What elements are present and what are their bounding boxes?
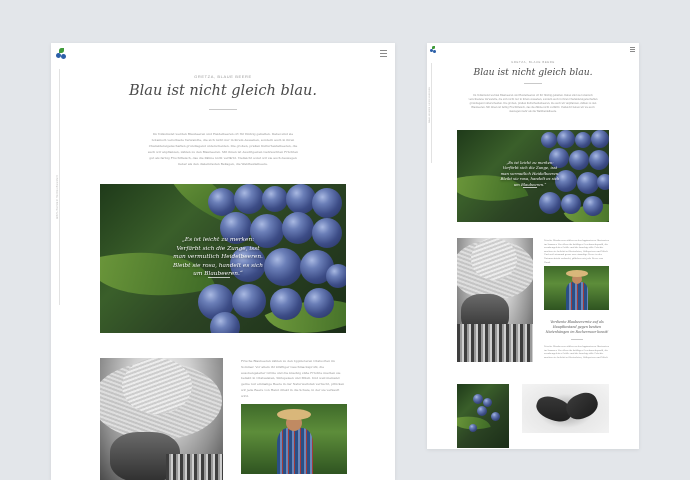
body-paragraph: Frische Blaubeeren zählen zu den bppinot…	[241, 359, 345, 398]
farmer-in-field-photo	[241, 404, 347, 474]
quote-divider-small	[523, 187, 537, 188]
side-divider-line	[59, 69, 60, 305]
farmer-straw-hat-photo	[100, 358, 223, 480]
title-divider-small	[524, 83, 542, 84]
tablet-page-preview: WAHLHEIMER HEIDELBEEREN GRETZA, BLAUE BE…	[427, 43, 639, 449]
blueberries-photo: „Es ist leicht zu merken: Verfärbt sich …	[100, 184, 346, 333]
page-kicker: GRETZA, BLAUE BEERE	[194, 74, 252, 79]
farmer-straw-hat-photo-small	[457, 238, 533, 362]
page-title-small: Blau ist nicht gleich blau.	[473, 67, 593, 78]
side-vertical-label-small: WAHLHEIMER HEIDELBEEREN	[429, 86, 431, 123]
side-divider-line-small	[431, 63, 432, 163]
desktop-page-preview: WAHLHEIMER HEIDELBEEREN GRETZA, BLAUE BE…	[51, 43, 395, 480]
intro-paragraph: Im Volksmund werden Blaubeeren und Heide…	[147, 132, 299, 166]
logo-icon-small[interactable]	[430, 46, 438, 54]
hamburger-menu-icon[interactable]	[380, 50, 387, 59]
blueberries-photo-small: „Es ist leicht zu merken: Verfärbt sich …	[457, 130, 609, 222]
title-divider	[209, 109, 237, 110]
hands-picking-photo	[522, 384, 609, 433]
photo-caption: Verdiente Blaubeerernte auf als Hauptbes…	[545, 320, 609, 334]
page-title: Blau ist nicht gleich blau.	[129, 83, 317, 99]
farmer-in-field-photo-small	[544, 266, 609, 310]
berries-bush-photo	[457, 384, 509, 448]
hamburger-menu-icon-small[interactable]	[630, 47, 635, 53]
logo-icon[interactable]	[56, 48, 68, 60]
quote-divider	[208, 277, 230, 278]
side-vertical-label: WAHLHEIMER HEIDELBEEREN	[56, 175, 59, 219]
intro-paragraph-small: Im Volksmund werden Blaubeeren und Heide…	[468, 94, 598, 113]
body-paragraph-small: Frische Blaubeeren zählen zu den bppinot…	[544, 239, 609, 264]
berry-quote-small: „Es ist leicht zu merken: Verfärbt sich …	[500, 160, 560, 187]
berry-quote: „Es ist leicht zu merken: Verfärbt sich …	[173, 237, 263, 277]
caption-divider	[571, 339, 583, 340]
body-paragraph-small-2: Frische Blaubeeren zählen zu den bppinot…	[544, 345, 609, 359]
page-kicker-small: GRETZA, BLAUE BEERE	[511, 60, 555, 64]
